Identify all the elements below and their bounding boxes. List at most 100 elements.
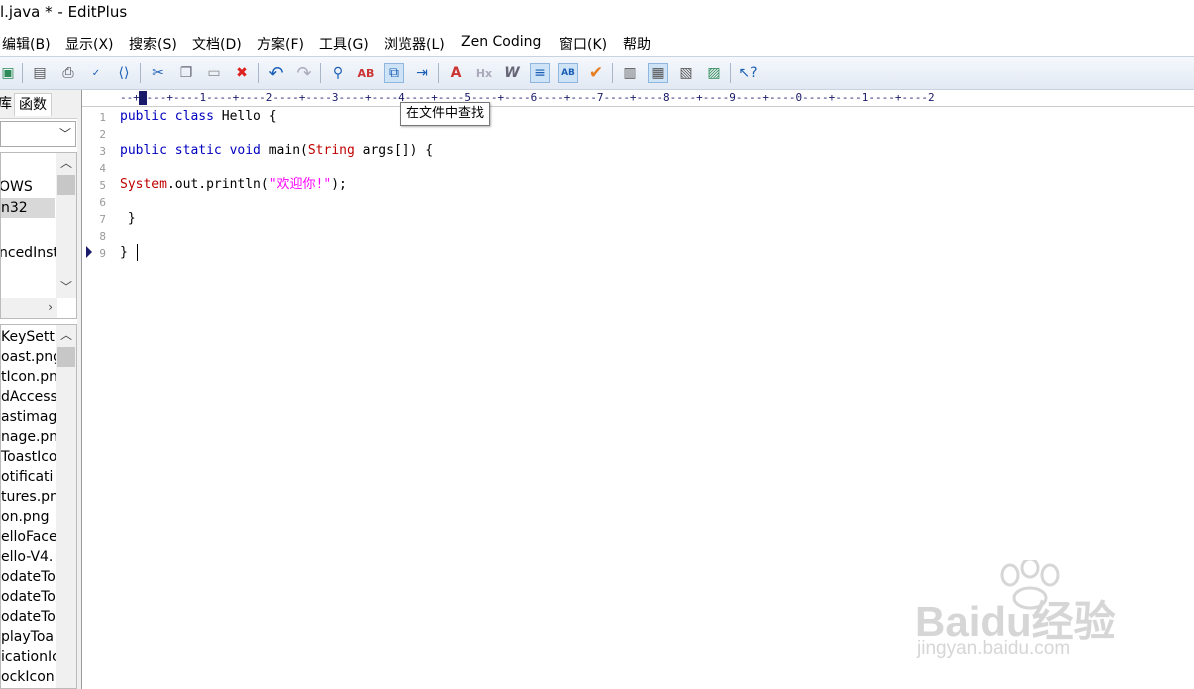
line-number-gutter: 1 2 3 4 5 6 7 8 9 xyxy=(82,108,114,688)
ruler-text: --+----+----1----+----2----+----3----+--… xyxy=(120,91,935,104)
list-item[interactable]: ncedInst xyxy=(1,243,59,263)
list-item[interactable]: otificati xyxy=(1,467,53,487)
code-token: Hello { xyxy=(213,109,277,124)
list-item[interactable]: astimag xyxy=(1,407,57,427)
code-token: main( xyxy=(260,143,308,158)
directory-combo[interactable]: ﹀ xyxy=(0,121,76,147)
file-list[interactable]: KeySettin oast.png tIcon.pn dAccess asti… xyxy=(0,324,77,689)
find-icon[interactable]: ⚲ xyxy=(328,63,348,83)
directory-scrollbar[interactable]: ︿ ﹀ xyxy=(56,153,76,298)
menu-window[interactable]: 窗口(K) xyxy=(559,34,607,54)
list-item[interactable]: icationIc xyxy=(1,647,60,667)
scroll-up-icon[interactable]: ︿ xyxy=(56,153,76,173)
cut-icon[interactable]: ✂ xyxy=(148,63,168,83)
code-line-7: } xyxy=(120,210,136,227)
title-bar: l.java * - EditPlus xyxy=(0,0,1194,28)
toolbar-separator xyxy=(612,63,613,83)
word-wrap-icon[interactable]: W xyxy=(502,63,522,83)
list-item[interactable]: odateTo xyxy=(1,607,56,627)
list-item[interactable]: . xyxy=(1,277,2,297)
scroll-up-icon[interactable]: ︿ xyxy=(56,325,76,345)
toolbar-separator xyxy=(730,63,731,83)
goto-line-icon[interactable]: ⇥ xyxy=(412,63,432,83)
list-item[interactable]: tures.pn xyxy=(1,487,59,507)
line-number-icon[interactable]: ≡ xyxy=(530,63,550,83)
list-item[interactable]: oast.png xyxy=(1,347,62,367)
html-view-icon[interactable]: ⟨⟩ xyxy=(114,63,134,83)
toolbar-separator xyxy=(22,63,23,83)
menu-help[interactable]: 帮助 xyxy=(623,34,651,54)
current-line-marker-icon xyxy=(86,246,92,258)
redo-icon[interactable]: ↷ xyxy=(294,63,314,84)
heading-icon[interactable]: Hx xyxy=(474,63,494,83)
menu-zen-coding[interactable]: Zen Coding xyxy=(461,34,541,50)
panel-4-icon[interactable]: ▨ xyxy=(704,63,724,83)
menu-search[interactable]: 搜索(S) xyxy=(129,34,177,54)
list-item[interactable]: n32 xyxy=(1,198,55,218)
scrollbar-thumb[interactable] xyxy=(57,347,75,367)
find-in-files-icon[interactable]: ⧉ xyxy=(384,63,404,83)
keyword: public static void xyxy=(120,143,261,158)
font-icon[interactable]: A xyxy=(446,63,466,83)
toolbar-separator xyxy=(258,63,259,83)
code-token: ); xyxy=(331,177,347,192)
panel-2-icon[interactable]: ▦ xyxy=(648,63,668,83)
file-list-scrollbar[interactable]: ︿ xyxy=(56,325,76,688)
left-panel-tabs: 库 函数 xyxy=(0,90,80,119)
list-item[interactable]: ockIcon xyxy=(1,667,55,687)
toolbar-separator xyxy=(320,63,321,83)
undo-icon[interactable]: ↶ xyxy=(266,63,286,84)
scrollbar-thumb[interactable] xyxy=(57,175,75,195)
code-token: } xyxy=(120,245,128,260)
menu-document[interactable]: 文档(D) xyxy=(192,34,242,54)
toolbar-separator xyxy=(438,63,439,83)
scroll-right-icon[interactable]: › xyxy=(48,300,53,314)
panel-3-icon[interactable]: ▧ xyxy=(676,63,696,83)
line-number: 3 xyxy=(99,145,106,158)
menu-project[interactable]: 方案(F) xyxy=(257,34,304,54)
code-token: args[]) { xyxy=(354,143,434,158)
spellcheck-icon[interactable]: ✓ xyxy=(86,63,106,83)
menu-tools[interactable]: 工具(G) xyxy=(319,34,369,54)
delete-icon[interactable]: ✖ xyxy=(232,63,252,83)
paste-icon[interactable]: ▭ xyxy=(204,63,224,83)
directory-list[interactable]: OWS n32 ncedInst . ︿ ﹀ › xyxy=(0,152,77,319)
ruler-icon[interactable]: AB xyxy=(558,63,578,83)
type-name: String xyxy=(307,143,355,158)
list-item[interactable]: dAccess xyxy=(1,387,58,407)
tab-functions[interactable]: 函数 xyxy=(14,93,52,116)
list-item[interactable]: ToastIco xyxy=(1,447,58,467)
menu-edit[interactable]: 编辑(B) xyxy=(2,34,51,54)
toolbar-separator xyxy=(140,63,141,83)
list-item[interactable]: on.png xyxy=(1,507,50,527)
scroll-down-icon[interactable]: ﹀ xyxy=(56,277,76,297)
line-number: 4 xyxy=(99,162,106,175)
copy-icon[interactable]: ❐ xyxy=(176,63,196,83)
watermark-url: jingyan.baidu.com xyxy=(917,638,1071,659)
line-number: 5 xyxy=(99,179,106,192)
print-icon[interactable]: ⎙ xyxy=(58,63,78,83)
save-all-icon[interactable]: ▣ xyxy=(0,63,18,83)
list-item[interactable]: odateTo xyxy=(1,587,56,607)
print-preview-icon[interactable]: ▤ xyxy=(30,63,50,83)
help-pointer-icon[interactable]: ↖? xyxy=(738,63,758,83)
chevron-down-icon: ﹀ xyxy=(58,127,71,141)
check-icon[interactable]: ✔ xyxy=(586,63,606,83)
list-item[interactable]: OWS xyxy=(1,177,33,197)
menu-bar: 编辑(B) 显示(X) 搜索(S) 文档(D) 方案(F) 工具(G) 浏览器(… xyxy=(0,30,1194,56)
list-item[interactable]: elloFace xyxy=(1,527,58,547)
type-name: System xyxy=(120,177,167,192)
code-token: } xyxy=(120,211,136,226)
line-number: 7 xyxy=(99,213,106,226)
code-line-9: } xyxy=(120,244,128,261)
menu-browser[interactable]: 浏览器(L) xyxy=(384,34,445,54)
list-item[interactable]: playToa xyxy=(1,627,54,647)
menu-view[interactable]: 显示(X) xyxy=(65,34,114,54)
replace-icon[interactable]: AB xyxy=(356,63,376,83)
list-item[interactable]: odateTo xyxy=(1,567,56,587)
list-item[interactable]: tIcon.pn xyxy=(1,367,58,387)
panel-1-icon[interactable]: ▥ xyxy=(620,63,640,83)
directory-hscrollbar[interactable]: › xyxy=(1,298,57,318)
list-item[interactable]: ello-V4. xyxy=(1,547,53,567)
line-number: 2 xyxy=(99,128,106,141)
